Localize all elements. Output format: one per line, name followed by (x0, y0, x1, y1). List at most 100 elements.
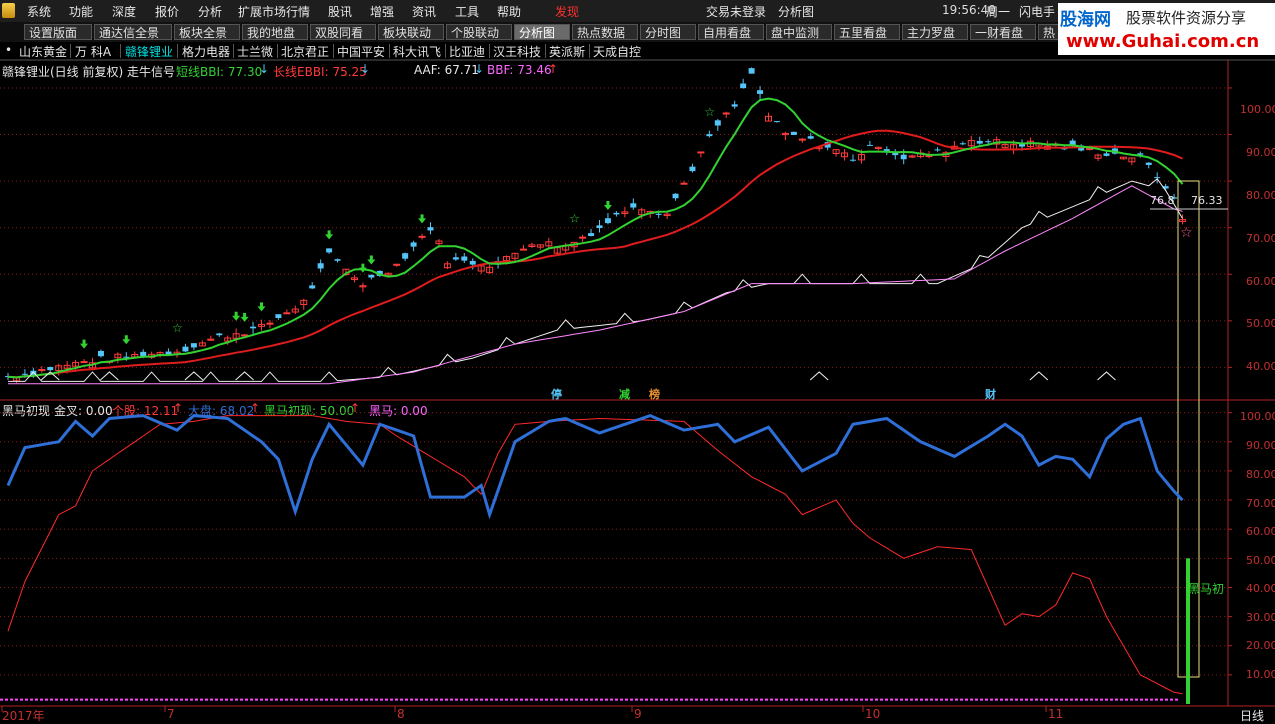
bbi-line (7, 97, 1184, 379)
signal-marker-finance: 财 (985, 388, 996, 401)
candle-down (326, 248, 333, 253)
heima-bar-label: 黑马初 (1188, 582, 1225, 596)
candle-down (959, 143, 966, 145)
candle-down (427, 227, 434, 231)
price-tag: 76.33 (1191, 194, 1223, 207)
signal-marker-list: 榜 (649, 388, 660, 401)
candle-down (368, 274, 375, 278)
candle-down (469, 260, 476, 265)
candle-down (182, 346, 189, 352)
signal-star-icon: ☆ (569, 211, 580, 225)
buy-arrow-icon (367, 255, 376, 265)
buy-arrow-icon (418, 214, 427, 224)
candle-up (418, 235, 426, 238)
xtick-month-10: 10 (865, 707, 881, 721)
candle-up (266, 322, 274, 325)
candle-down (275, 314, 282, 319)
period-label[interactable]: 日线 (1240, 707, 1264, 724)
sub-ytick: 80.00 (1246, 468, 1275, 481)
candle-down (334, 259, 341, 261)
candle-down (706, 134, 713, 137)
sub-ytick: 100.00 (1240, 410, 1275, 423)
candle-down (317, 263, 324, 269)
candle-down (402, 253, 409, 259)
candle-down (714, 120, 721, 126)
candle-down (655, 213, 662, 215)
candle-up (393, 263, 401, 266)
candle-down (976, 140, 983, 144)
sub-ytick: 20.00 (1246, 639, 1275, 652)
candle-down (740, 83, 747, 89)
baseline-triangle (100, 371, 119, 381)
buy-arrow-icon (80, 339, 89, 349)
baseline-triangle (809, 371, 829, 381)
candle-down (613, 212, 620, 215)
main-ytick: 60.00 (1246, 275, 1275, 288)
candle-up (680, 182, 688, 185)
candle-down (866, 144, 873, 146)
candle-up (798, 138, 806, 141)
candle-down (773, 121, 780, 123)
candle-up (519, 248, 527, 251)
xtick-month-8: 8 (397, 707, 405, 721)
candle-down (790, 131, 797, 135)
candle-down (596, 225, 603, 229)
gegu-line (7, 415, 1183, 695)
signal-marker-suspend: 停 (551, 388, 562, 401)
buy-arrow-icon (122, 335, 131, 345)
candle-down (672, 193, 679, 199)
candle-down (630, 203, 637, 208)
candle-down (21, 373, 28, 375)
xtick-month-11: 11 (1048, 707, 1064, 721)
buy-arrow-icon (257, 302, 266, 312)
sub-ytick: 30.00 (1246, 611, 1275, 624)
signal-star-icon: ☆ (704, 105, 715, 119)
baseline-triangle (1097, 371, 1116, 381)
candle-down (309, 285, 316, 289)
main-ytick: 40.00 (1246, 360, 1275, 373)
candle-down (748, 68, 755, 74)
candle-down (850, 159, 856, 161)
main-ytick: 90.00 (1246, 146, 1275, 159)
candle-down (689, 166, 696, 172)
candle-down (410, 242, 417, 247)
sub-ytick: 60.00 (1246, 525, 1275, 538)
sub-ytick: 50.00 (1246, 554, 1275, 567)
buy-arrow-icon (240, 312, 249, 322)
candle-down (1145, 162, 1152, 165)
main-ytick: 70.00 (1246, 232, 1275, 245)
kline-chart[interactable]: ☆ ☆ ☆ ☆ (0, 0, 1275, 722)
candle-down (97, 350, 104, 357)
main-ytick: 100.00 (1240, 103, 1275, 116)
baseline-triangle (235, 371, 254, 381)
buy-arrow-icon (603, 201, 612, 211)
candle-down (123, 356, 130, 358)
candle-down (452, 257, 459, 260)
sub-ytick: 10.00 (1246, 668, 1275, 681)
sub-ytick: 40.00 (1246, 582, 1275, 595)
buy-arrow-icon (325, 230, 334, 240)
main-ytick: 50.00 (1246, 317, 1275, 330)
price-tag-prefix: 76.8 (1150, 194, 1175, 207)
candle-down (731, 104, 738, 107)
candle-down (588, 233, 595, 236)
candle-up (722, 112, 730, 115)
baseline-triangle (1029, 371, 1049, 381)
main-ytick: 80.00 (1246, 189, 1275, 202)
candle-down (757, 90, 764, 94)
sell-star-icon: ☆ (1180, 225, 1193, 241)
candle-down (1103, 153, 1110, 156)
candle-down (900, 154, 907, 160)
candle-up (697, 151, 705, 154)
sub-ytick: 90.00 (1246, 439, 1275, 452)
sub-ytick: 70.00 (1246, 497, 1275, 510)
baseline-triangle (184, 371, 204, 381)
buy-arrow-icon (232, 311, 241, 321)
candle-down (985, 141, 992, 143)
xtick-month-7: 7 (167, 707, 175, 721)
xtick-2017: 2017年 (2, 709, 45, 723)
candle-down (934, 149, 941, 151)
candle-down (1154, 177, 1161, 179)
candle-up (80, 361, 88, 364)
candle-down (250, 326, 257, 329)
